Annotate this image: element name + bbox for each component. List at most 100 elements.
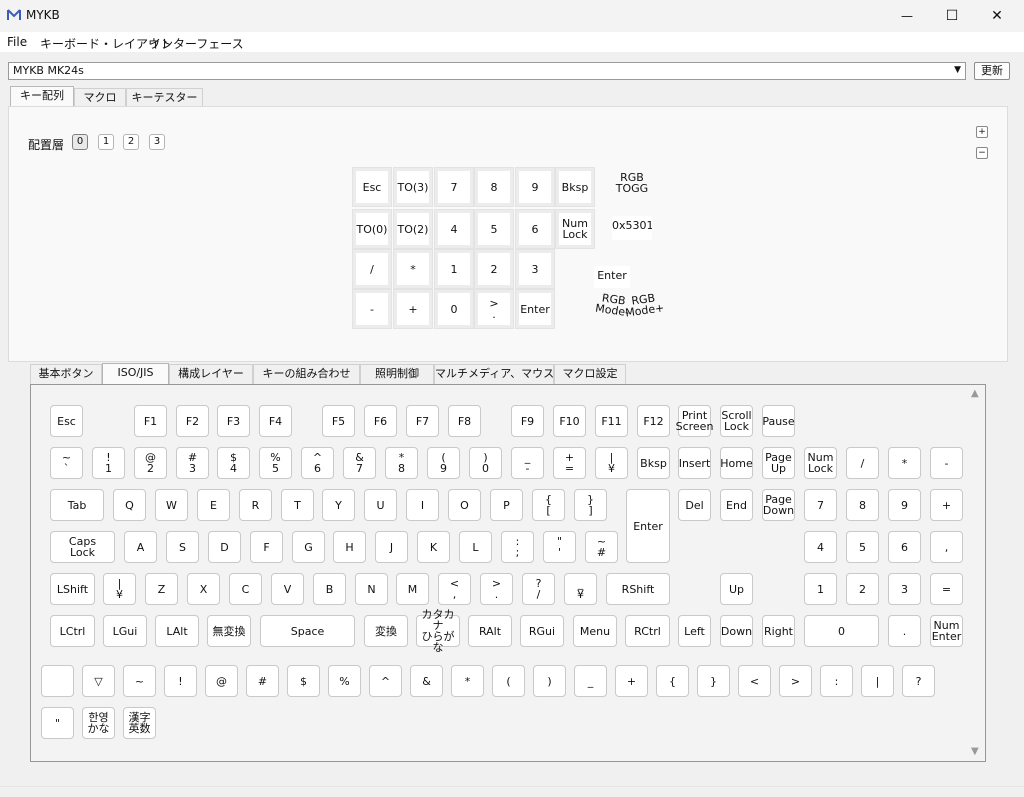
palette-key[interactable]: 1 — [804, 573, 837, 605]
palette-key[interactable]: LGui — [103, 615, 147, 647]
palette-key[interactable]: Left — [678, 615, 711, 647]
palette-key[interactable]: U — [364, 489, 397, 521]
palette-key[interactable]: ( 9 — [427, 447, 460, 479]
menu-file[interactable]: File — [7, 35, 27, 49]
matrix-key[interactable]: 7 — [435, 168, 473, 206]
palette-key[interactable]: ! 1 — [92, 447, 125, 479]
palette-key[interactable]: X — [187, 573, 220, 605]
palette-key[interactable]: Z — [145, 573, 178, 605]
palette-key[interactable]: } — [697, 665, 730, 697]
palette-key[interactable]: : ; — [501, 531, 534, 563]
palette-key[interactable]: Scroll Lock — [720, 405, 753, 437]
palette-key[interactable]: / — [846, 447, 879, 479]
scroll-up-icon[interactable]: ▲ — [971, 388, 979, 399]
palette-key[interactable]: ^ 6 — [301, 447, 334, 479]
matrix-key[interactable]: / — [353, 250, 391, 288]
zoom-out-button[interactable]: − — [976, 147, 988, 159]
palette-key[interactable]: Del — [678, 489, 711, 521]
palette-key[interactable]: RCtrl — [625, 615, 670, 647]
matrix-key[interactable]: 3 — [516, 250, 554, 288]
palette-key[interactable]: Page Down — [762, 489, 795, 521]
palette-key[interactable]: Down — [720, 615, 753, 647]
palette-key[interactable]: | ¥ — [103, 573, 136, 605]
matrix-key[interactable]: 1 — [435, 250, 473, 288]
zoom-in-button[interactable]: + — [976, 126, 988, 138]
palette-key[interactable]: # — [246, 665, 279, 697]
palette-key[interactable]: $ — [287, 665, 320, 697]
palette-key[interactable]: F7 — [406, 405, 439, 437]
tab-macro[interactable]: マクロ — [74, 88, 126, 108]
palette-key[interactable]: LShift — [50, 573, 95, 605]
palette-key[interactable]: & — [410, 665, 443, 697]
palette-key[interactable]: _ ¥ — [564, 573, 597, 605]
palette-key[interactable]: Menu — [573, 615, 617, 647]
tab-layers[interactable]: 構成レイヤー — [169, 364, 253, 384]
palette-key[interactable]: > . — [480, 573, 513, 605]
palette-key[interactable]: 한영 かな — [82, 707, 115, 739]
palette-key[interactable]: Esc — [50, 405, 83, 437]
palette-key[interactable]: H — [333, 531, 366, 563]
palette-key[interactable]: { [ — [532, 489, 565, 521]
palette-key[interactable]: S — [166, 531, 199, 563]
palette-key[interactable]: O — [448, 489, 481, 521]
palette-key[interactable]: RShift — [606, 573, 670, 605]
palette-key[interactable]: @ 2 — [134, 447, 167, 479]
palette-key[interactable]: 7 — [804, 489, 837, 521]
palette-key[interactable]: " — [41, 707, 74, 739]
matrix-key[interactable]: * — [394, 250, 432, 288]
palette-key[interactable]: ) — [533, 665, 566, 697]
tab-basic-buttons[interactable]: 基本ボタン — [30, 364, 102, 384]
layer-button-2[interactable]: 2 — [123, 134, 139, 150]
palette-key[interactable]: D — [208, 531, 241, 563]
matrix-key[interactable]: 5 — [475, 210, 513, 248]
palette-key[interactable]: F9 — [511, 405, 544, 437]
palette-key[interactable]: > — [779, 665, 812, 697]
palette-key[interactable]: & 7 — [343, 447, 376, 479]
matrix-key[interactable]: > . — [475, 290, 513, 328]
matrix-key[interactable]: + — [394, 290, 432, 328]
palette-key[interactable]: K — [417, 531, 450, 563]
tab-key-tester[interactable]: キーテスター — [126, 88, 203, 108]
palette-key[interactable]: ^ — [369, 665, 402, 697]
palette-key[interactable]: # 3 — [176, 447, 209, 479]
palette-key[interactable]: I — [406, 489, 439, 521]
palette-key[interactable]: Caps Lock — [50, 531, 115, 563]
palette-key[interactable]: Up — [720, 573, 753, 605]
menu-interface[interactable]: インターフェース — [149, 35, 244, 52]
palette-key[interactable]: G — [292, 531, 325, 563]
matrix-key[interactable]: - — [353, 290, 391, 328]
palette-key[interactable]: B — [313, 573, 346, 605]
palette-key[interactable]: F8 — [448, 405, 481, 437]
palette-key[interactable]: ) 0 — [469, 447, 502, 479]
palette-key[interactable]: F5 — [322, 405, 355, 437]
palette-key[interactable]: Page Up — [762, 447, 795, 479]
palette-key[interactable]: | — [861, 665, 894, 697]
rgb-mode-plus-key[interactable]: RGB Mode+ — [623, 291, 666, 319]
palette-key[interactable]: * 8 — [385, 447, 418, 479]
palette-key[interactable]: Home — [720, 447, 753, 479]
palette-key[interactable]: Num Enter — [930, 615, 963, 647]
palette-key[interactable]: * — [888, 447, 921, 479]
palette-key[interactable] — [41, 665, 74, 697]
palette-key-space[interactable]: Space — [260, 615, 355, 647]
palette-key[interactable]: ~ ` — [50, 447, 83, 479]
palette-key[interactable]: 2 — [846, 573, 879, 605]
layer-button-1[interactable]: 1 — [98, 134, 114, 150]
palette-key[interactable]: ▽ — [82, 665, 115, 697]
palette-key[interactable]: F12 — [637, 405, 670, 437]
palette-key[interactable]: E — [197, 489, 230, 521]
matrix-key[interactable]: 9 — [516, 168, 554, 206]
layer-button-0[interactable]: 0 — [72, 134, 88, 150]
palette-key[interactable]: + — [615, 665, 648, 697]
palette-key[interactable]: P — [490, 489, 523, 521]
palette-key[interactable]: カタカナ ひらがな — [416, 609, 460, 653]
palette-key[interactable]: ? / — [522, 573, 555, 605]
palette-key[interactable]: ! — [164, 665, 197, 697]
palette-key[interactable]: " ' — [543, 531, 576, 563]
palette-key[interactable]: Num Lock — [804, 447, 837, 479]
matrix-key[interactable]: 0 — [435, 290, 473, 328]
layer-button-3[interactable]: 3 — [149, 134, 165, 150]
rgb-toggle-key[interactable]: RGB TOGG — [612, 172, 652, 194]
tab-key-combos[interactable]: キーの組み合わせ — [253, 364, 360, 384]
palette-key[interactable]: C — [229, 573, 262, 605]
